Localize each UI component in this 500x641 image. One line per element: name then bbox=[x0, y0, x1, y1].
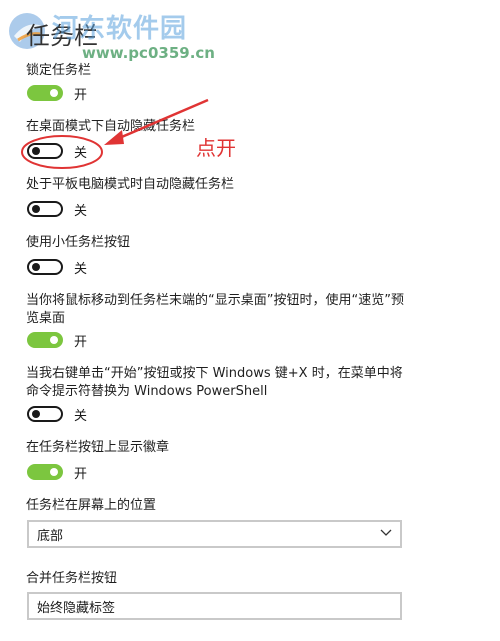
setting-row-small-buttons: 关 bbox=[27, 257, 87, 277]
setting-label-lock-taskbar: 锁定任务栏 bbox=[26, 63, 92, 78]
taskbar-location-value: 底部 bbox=[37, 528, 64, 544]
setting-label-badges: 在任务栏按钮上显示徽章 bbox=[26, 440, 170, 455]
toggle-state-text: 开 bbox=[74, 87, 88, 103]
toggle-knob bbox=[32, 263, 40, 271]
setting-row-autohide-tablet: 关 bbox=[27, 199, 87, 219]
lock-taskbar-toggle[interactable] bbox=[27, 85, 63, 101]
setting-label-autohide-tablet: 处于平板电脑模式时自动隐藏任务栏 bbox=[26, 177, 235, 192]
watermark-title: 河东软件园 bbox=[52, 14, 188, 44]
combine-buttons-value: 始终隐藏标签 bbox=[37, 600, 116, 616]
taskbar-location-label: 任务栏在屏幕上的位置 bbox=[26, 498, 157, 513]
highlight-ellipse bbox=[21, 135, 103, 169]
toggle-knob bbox=[32, 410, 40, 418]
toggle-state-text: 关 bbox=[74, 261, 88, 277]
toggle-knob bbox=[50, 468, 58, 476]
small-buttons-toggle[interactable] bbox=[27, 259, 63, 275]
autohide-tablet-toggle[interactable] bbox=[27, 201, 63, 217]
chevron-down-icon bbox=[380, 529, 392, 536]
toggle-knob bbox=[32, 205, 40, 213]
watermark-url: www.pc0359.cn bbox=[82, 44, 215, 62]
combine-buttons-label: 合并任务栏按钮 bbox=[26, 571, 118, 586]
setting-row-lock-taskbar: 开 bbox=[27, 83, 87, 103]
powershell-toggle[interactable] bbox=[27, 406, 63, 422]
annotation-note: 点开 bbox=[196, 136, 236, 160]
toggle-knob bbox=[50, 336, 58, 344]
toggle-knob bbox=[50, 89, 58, 97]
setting-row-powershell: 关 bbox=[27, 404, 87, 424]
taskbar-location-dropdown[interactable]: 底部 bbox=[27, 520, 402, 548]
setting-label-powershell: 当我右键单击“开始”按钮或按下 Windows 键+X 时，在菜单中将命令提示符… bbox=[26, 366, 403, 399]
setting-row-badges: 开 bbox=[27, 462, 87, 482]
badges-toggle[interactable] bbox=[27, 464, 63, 480]
setting-row-peek: 开 bbox=[27, 330, 87, 350]
combine-buttons-dropdown[interactable]: 始终隐藏标签 bbox=[27, 592, 402, 620]
toggle-state-text: 关 bbox=[74, 408, 88, 424]
toggle-state-text: 开 bbox=[74, 334, 88, 350]
toggle-state-text: 关 bbox=[74, 203, 88, 219]
setting-label-peek: 当你将鼠标移动到任务栏末端的“显示桌面”按钮时，使用“速览”预览桌面 bbox=[26, 293, 404, 326]
peek-toggle[interactable] bbox=[27, 332, 63, 348]
toggle-state-text: 开 bbox=[74, 466, 88, 482]
setting-label-small-buttons: 使用小任务栏按钮 bbox=[26, 235, 131, 250]
